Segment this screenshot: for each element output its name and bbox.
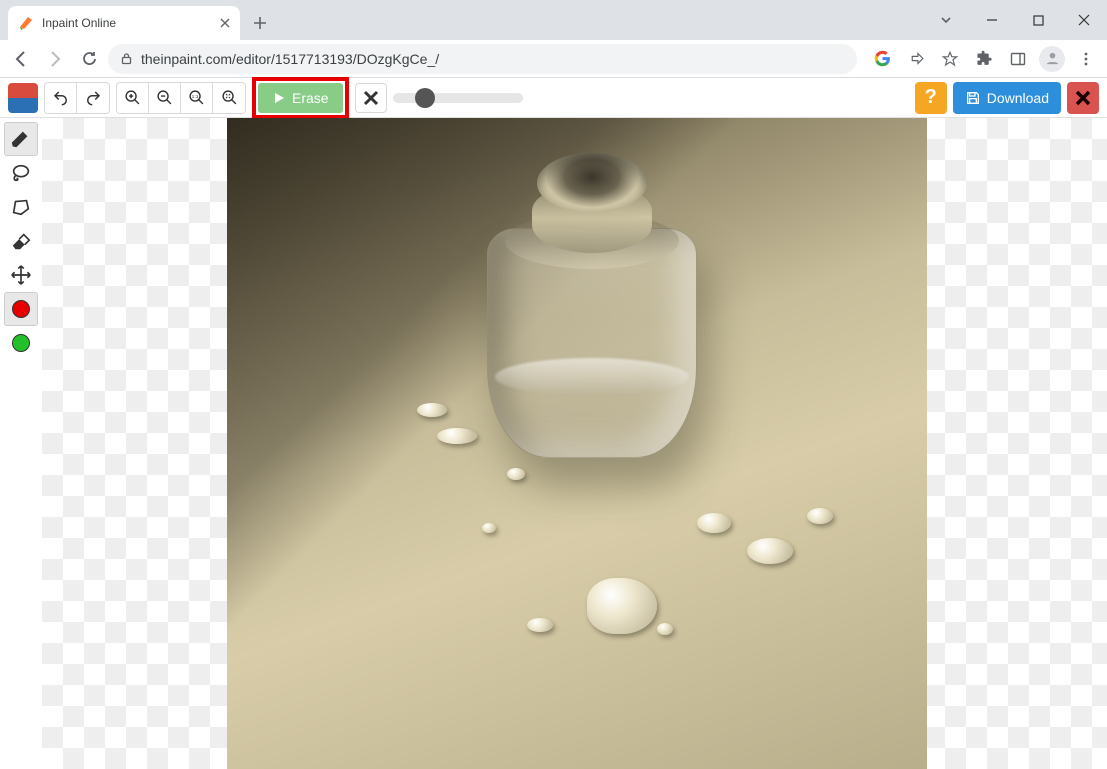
download-button[interactable]: Download <box>953 82 1061 114</box>
zoom-fit-button[interactable] <box>213 83 245 113</box>
move-tool[interactable] <box>4 258 38 292</box>
address-url: theinpaint.com/editor/1517713193/DOzgKgC… <box>141 51 439 67</box>
help-label: ? <box>925 86 937 109</box>
brush-size-slider[interactable] <box>393 91 523 105</box>
polygon-tool[interactable] <box>4 190 38 224</box>
redo-button[interactable] <box>77 83 109 113</box>
browser-tab-strip: Inpaint Online <box>0 0 1107 40</box>
address-bar-actions <box>861 44 1101 74</box>
window-controls <box>923 0 1107 40</box>
tab-favicon <box>18 15 34 31</box>
red-dot-icon <box>12 300 30 318</box>
browser-tab-active[interactable]: Inpaint Online <box>8 6 240 40</box>
tool-sidebar <box>0 118 42 769</box>
tab-close-icon[interactable] <box>220 18 230 28</box>
mask-color-green[interactable] <box>4 326 38 360</box>
exit-button[interactable] <box>1067 82 1099 114</box>
marker-tool[interactable] <box>4 122 38 156</box>
zoom-group: 1:1 <box>116 82 246 114</box>
nav-reload-button[interactable] <box>74 44 104 74</box>
editor-image[interactable] <box>227 118 927 769</box>
slider-track <box>393 93 523 103</box>
zoom-out-button[interactable] <box>149 83 181 113</box>
google-g-icon[interactable] <box>867 44 897 74</box>
address-bar[interactable]: theinpaint.com/editor/1517713193/DOzgKgC… <box>108 44 857 74</box>
zoom-in-button[interactable] <box>117 83 149 113</box>
lasso-tool[interactable] <box>4 156 38 190</box>
erase-label: Erase <box>292 90 329 106</box>
app-toolbar: 1:1 Erase ? Download <box>0 78 1107 118</box>
green-dot-icon <box>12 334 30 352</box>
lock-icon <box>120 52 133 65</box>
tab-search-chevron-icon[interactable] <box>923 0 969 40</box>
app-logo[interactable] <box>8 83 38 113</box>
window-maximize-button[interactable] <box>1015 0 1061 40</box>
work-area <box>0 118 1107 769</box>
play-icon <box>272 91 286 105</box>
erase-button[interactable]: Erase <box>258 83 343 113</box>
extensions-puzzle-icon[interactable] <box>969 44 999 74</box>
eraser-tool[interactable] <box>4 224 38 258</box>
kebab-menu-icon[interactable] <box>1071 44 1101 74</box>
new-tab-button[interactable] <box>246 9 274 37</box>
browser-address-row: theinpaint.com/editor/1517713193/DOzgKgC… <box>0 40 1107 78</box>
profile-avatar[interactable] <box>1037 44 1067 74</box>
history-group <box>44 82 110 114</box>
image-subject-bottle <box>487 153 697 463</box>
svg-text:1:1: 1:1 <box>192 94 199 100</box>
help-button[interactable]: ? <box>915 82 947 114</box>
slider-thumb[interactable] <box>415 88 435 108</box>
nav-forward-button[interactable] <box>40 44 70 74</box>
undo-button[interactable] <box>45 83 77 113</box>
side-panel-icon[interactable] <box>1003 44 1033 74</box>
mask-color-red[interactable] <box>4 292 38 326</box>
clear-selection-button[interactable] <box>355 83 387 113</box>
canvas-area[interactable] <box>42 118 1107 769</box>
window-minimize-button[interactable] <box>969 0 1015 40</box>
erase-button-red-highlight: Erase <box>252 77 349 119</box>
nav-back-button[interactable] <box>6 44 36 74</box>
tab-title: Inpaint Online <box>42 16 212 30</box>
zoom-actual-button[interactable]: 1:1 <box>181 83 213 113</box>
bookmark-star-icon[interactable] <box>935 44 965 74</box>
download-label: Download <box>987 90 1049 106</box>
share-icon[interactable] <box>901 44 931 74</box>
window-close-button[interactable] <box>1061 0 1107 40</box>
save-disk-icon <box>965 90 981 106</box>
